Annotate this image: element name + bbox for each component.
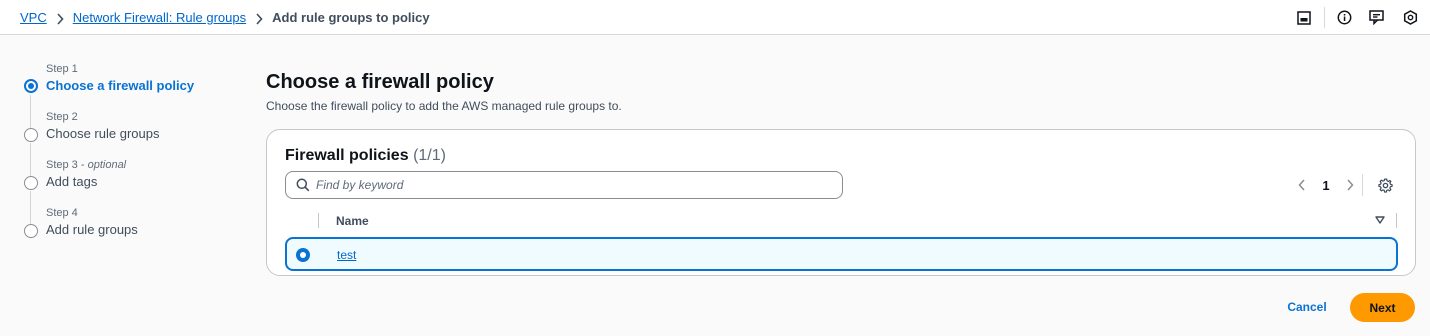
step-indicator-icon (24, 224, 38, 238)
chevron-right-icon (246, 10, 272, 25)
pagination-divider (1362, 174, 1363, 196)
page-title: Choose a firewall policy (266, 71, 494, 93)
toolbar-divider (1324, 7, 1325, 28)
step-label: Choose rule groups (46, 126, 160, 141)
cancel-button[interactable]: Cancel (1275, 294, 1339, 320)
column-divider (318, 213, 319, 228)
search-box (285, 171, 843, 199)
row-radio-selected[interactable] (296, 248, 310, 262)
sort-icon[interactable] (1375, 216, 1385, 224)
feedback-icon[interactable] (1362, 0, 1392, 35)
table-count: (1/1) (413, 147, 446, 164)
step-indicator-icon (24, 176, 38, 190)
step-number: Step 2 (46, 111, 78, 123)
chevron-left-icon (1298, 179, 1305, 191)
step-indicator-icon (24, 79, 38, 93)
firewall-policies-table: Firewall policies (1/1) 1 Name test (266, 129, 1416, 276)
search-icon (296, 178, 310, 192)
step-2[interactable]: Step 2 Choose rule groups (0, 108, 240, 148)
search-input[interactable] (316, 175, 816, 195)
previous-page-button[interactable] (1294, 173, 1310, 197)
next-page-button[interactable] (1342, 173, 1358, 197)
help-icon[interactable] (1395, 0, 1425, 35)
chevron-right-icon (1347, 179, 1354, 191)
table-header: Name (285, 210, 1398, 232)
step-label: Add tags (46, 174, 98, 189)
chevron-right-icon (47, 10, 73, 25)
gear-icon (1377, 178, 1393, 193)
preferences-button[interactable] (1375, 173, 1395, 197)
breadcrumb-vpc[interactable]: VPC (20, 10, 47, 25)
table-row[interactable]: test (285, 237, 1398, 271)
page-number[interactable]: 1 (1318, 173, 1334, 197)
step-number: Step 4 (46, 207, 78, 219)
policy-name-link[interactable]: test (337, 248, 356, 262)
page-description: Choose the firewall policy to add the AW… (266, 99, 622, 113)
next-button[interactable]: Next (1350, 293, 1415, 322)
breadcrumb-rule-groups[interactable]: Network Firewall: Rule groups (73, 10, 246, 25)
top-bar: VPC Network Firewall: Rule groups Add ru… (0, 0, 1430, 35)
step-number: Step 3 - optional (46, 159, 127, 171)
column-divider (1396, 213, 1397, 228)
step-3[interactable]: Step 3 - optional Add tags (0, 156, 240, 196)
step-label: Choose a firewall policy (46, 78, 195, 93)
info-icon[interactable] (1329, 0, 1359, 35)
breadcrumb-current: Add rule groups to policy (272, 10, 430, 25)
step-4[interactable]: Step 4 Add rule groups (0, 204, 240, 244)
table-title: Firewall policies (1/1) (285, 147, 446, 164)
step-number: Step 1 (46, 63, 78, 75)
panel-icon[interactable] (1289, 0, 1319, 35)
step-1[interactable]: Step 1 Choose a firewall policy (0, 60, 240, 100)
breadcrumb: VPC Network Firewall: Rule groups Add ru… (20, 10, 430, 25)
column-header-name[interactable]: Name (336, 214, 369, 228)
step-indicator-icon (24, 128, 38, 142)
step-label: Add rule groups (46, 222, 138, 237)
